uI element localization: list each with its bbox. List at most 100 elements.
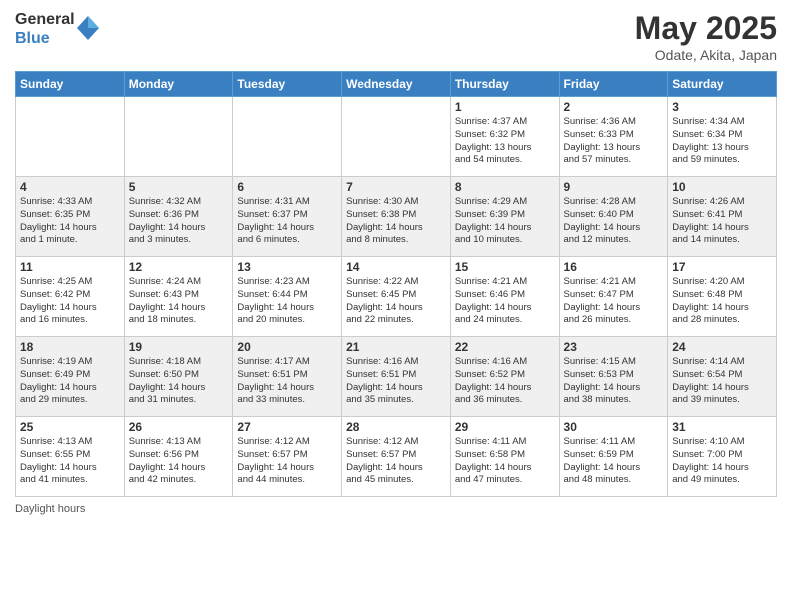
day-info: Sunrise: 4:16 AM (346, 356, 446, 369)
calendar-cell: 12Sunrise: 4:24 AMSunset: 6:43 PMDayligh… (124, 257, 233, 337)
day-info: and 26 minutes. (564, 314, 664, 327)
calendar-cell (233, 97, 342, 177)
day-info: Daylight: 14 hours (20, 462, 120, 475)
day-number: 4 (20, 180, 120, 194)
day-info: Sunrise: 4:23 AM (237, 276, 337, 289)
day-info: and 8 minutes. (346, 234, 446, 247)
day-info: Daylight: 13 hours (672, 142, 772, 155)
calendar-week-4: 25Sunrise: 4:13 AMSunset: 6:55 PMDayligh… (16, 417, 777, 497)
day-info: Sunset: 6:46 PM (455, 289, 555, 302)
day-number: 11 (20, 260, 120, 274)
footer: Daylight hours (15, 503, 777, 515)
day-info: Daylight: 14 hours (564, 222, 664, 235)
day-info: Sunrise: 4:25 AM (20, 276, 120, 289)
day-info: Sunset: 6:32 PM (455, 129, 555, 142)
day-number: 8 (455, 180, 555, 194)
day-info: Daylight: 14 hours (455, 302, 555, 315)
header-sunday: Sunday (16, 72, 125, 97)
day-info: Sunset: 6:40 PM (564, 209, 664, 222)
day-info: Sunrise: 4:21 AM (455, 276, 555, 289)
day-info: Sunrise: 4:37 AM (455, 116, 555, 129)
day-number: 1 (455, 100, 555, 114)
title-block: May 2025 Odate, Akita, Japan (635, 10, 777, 63)
location: Odate, Akita, Japan (635, 47, 777, 63)
day-info: and 36 minutes. (455, 394, 555, 407)
day-number: 6 (237, 180, 337, 194)
day-number: 30 (564, 420, 664, 434)
day-info: Sunset: 6:59 PM (564, 449, 664, 462)
day-info: Sunrise: 4:21 AM (564, 276, 664, 289)
header-saturday: Saturday (668, 72, 777, 97)
day-info: Sunset: 6:57 PM (237, 449, 337, 462)
day-info: Sunset: 6:50 PM (129, 369, 229, 382)
day-number: 5 (129, 180, 229, 194)
day-info: Daylight: 14 hours (20, 382, 120, 395)
day-info: Sunrise: 4:29 AM (455, 196, 555, 209)
day-info: Sunrise: 4:34 AM (672, 116, 772, 129)
day-info: Sunset: 6:52 PM (455, 369, 555, 382)
day-number: 20 (237, 340, 337, 354)
day-info: Daylight: 14 hours (129, 382, 229, 395)
calendar-cell: 28Sunrise: 4:12 AMSunset: 6:57 PMDayligh… (342, 417, 451, 497)
day-number: 21 (346, 340, 446, 354)
day-info: Sunrise: 4:30 AM (346, 196, 446, 209)
day-info: and 28 minutes. (672, 314, 772, 327)
day-info: Daylight: 14 hours (20, 222, 120, 235)
day-info: Sunset: 6:33 PM (564, 129, 664, 142)
calendar-week-3: 18Sunrise: 4:19 AMSunset: 6:49 PMDayligh… (16, 337, 777, 417)
month-title: May 2025 (635, 10, 777, 47)
calendar-cell: 4Sunrise: 4:33 AMSunset: 6:35 PMDaylight… (16, 177, 125, 257)
day-number: 26 (129, 420, 229, 434)
day-info: and 1 minute. (20, 234, 120, 247)
calendar-cell: 1 Sunrise: 4:37 AMSunset: 6:32 PMDaylight… (450, 97, 559, 177)
daylight-label: Daylight hours (15, 503, 85, 515)
day-info: Daylight: 14 hours (346, 382, 446, 395)
day-info: Sunrise: 4:19 AM (20, 356, 120, 369)
day-info: and 20 minutes. (237, 314, 337, 327)
day-number: 9 (564, 180, 664, 194)
day-info: Daylight: 13 hours (455, 142, 555, 155)
day-info: Sunrise: 4:22 AM (346, 276, 446, 289)
calendar-cell: 19Sunrise: 4:18 AMSunset: 6:50 PMDayligh… (124, 337, 233, 417)
day-info: Sunrise: 4:12 AM (346, 436, 446, 449)
calendar-cell: 16Sunrise: 4:21 AMSunset: 6:47 PMDayligh… (559, 257, 668, 337)
day-number: 18 (20, 340, 120, 354)
calendar-cell: 20Sunrise: 4:17 AMSunset: 6:51 PMDayligh… (233, 337, 342, 417)
day-info: and 10 minutes. (455, 234, 555, 247)
day-info: and 44 minutes. (237, 474, 337, 487)
day-info: Sunrise: 4:20 AM (672, 276, 772, 289)
day-number: 29 (455, 420, 555, 434)
day-info: and 22 minutes. (346, 314, 446, 327)
day-info: and 54 minutes. (455, 154, 555, 167)
day-info: and 12 minutes. (564, 234, 664, 247)
calendar-cell: 2Sunrise: 4:36 AMSunset: 6:33 PMDaylight… (559, 97, 668, 177)
day-info: Sunset: 6:38 PM (346, 209, 446, 222)
day-info: Daylight: 14 hours (129, 462, 229, 475)
day-number: 13 (237, 260, 337, 274)
day-info: and 33 minutes. (237, 394, 337, 407)
day-info: Sunset: 6:53 PM (564, 369, 664, 382)
day-info: Daylight: 14 hours (564, 302, 664, 315)
header-thursday: Thursday (450, 72, 559, 97)
day-info: and 57 minutes. (564, 154, 664, 167)
header-friday: Friday (559, 72, 668, 97)
day-info: and 29 minutes. (20, 394, 120, 407)
day-info: Sunset: 6:57 PM (346, 449, 446, 462)
day-info: and 35 minutes. (346, 394, 446, 407)
day-info: Sunset: 6:58 PM (455, 449, 555, 462)
day-info: Daylight: 14 hours (672, 222, 772, 235)
calendar-cell: 7Sunrise: 4:30 AMSunset: 6:38 PMDaylight… (342, 177, 451, 257)
day-info: Sunset: 6:54 PM (672, 369, 772, 382)
header: General Blue May 2025 Odate, Akita, Japa… (15, 10, 777, 63)
calendar-cell: 22Sunrise: 4:16 AMSunset: 6:52 PMDayligh… (450, 337, 559, 417)
day-info: Daylight: 14 hours (564, 382, 664, 395)
day-number: 19 (129, 340, 229, 354)
day-info: Daylight: 14 hours (237, 222, 337, 235)
day-info: and 42 minutes. (129, 474, 229, 487)
calendar-cell: 10Sunrise: 4:26 AMSunset: 6:41 PMDayligh… (668, 177, 777, 257)
calendar-week-0: 1Sunrise: 4:37 AMSunset: 6:32 PMDaylight… (16, 97, 777, 177)
day-info: Daylight: 14 hours (346, 302, 446, 315)
calendar-cell (16, 97, 125, 177)
calendar-cell: 3Sunrise: 4:34 AMSunset: 6:34 PMDaylight… (668, 97, 777, 177)
day-info: and 59 minutes. (672, 154, 772, 167)
